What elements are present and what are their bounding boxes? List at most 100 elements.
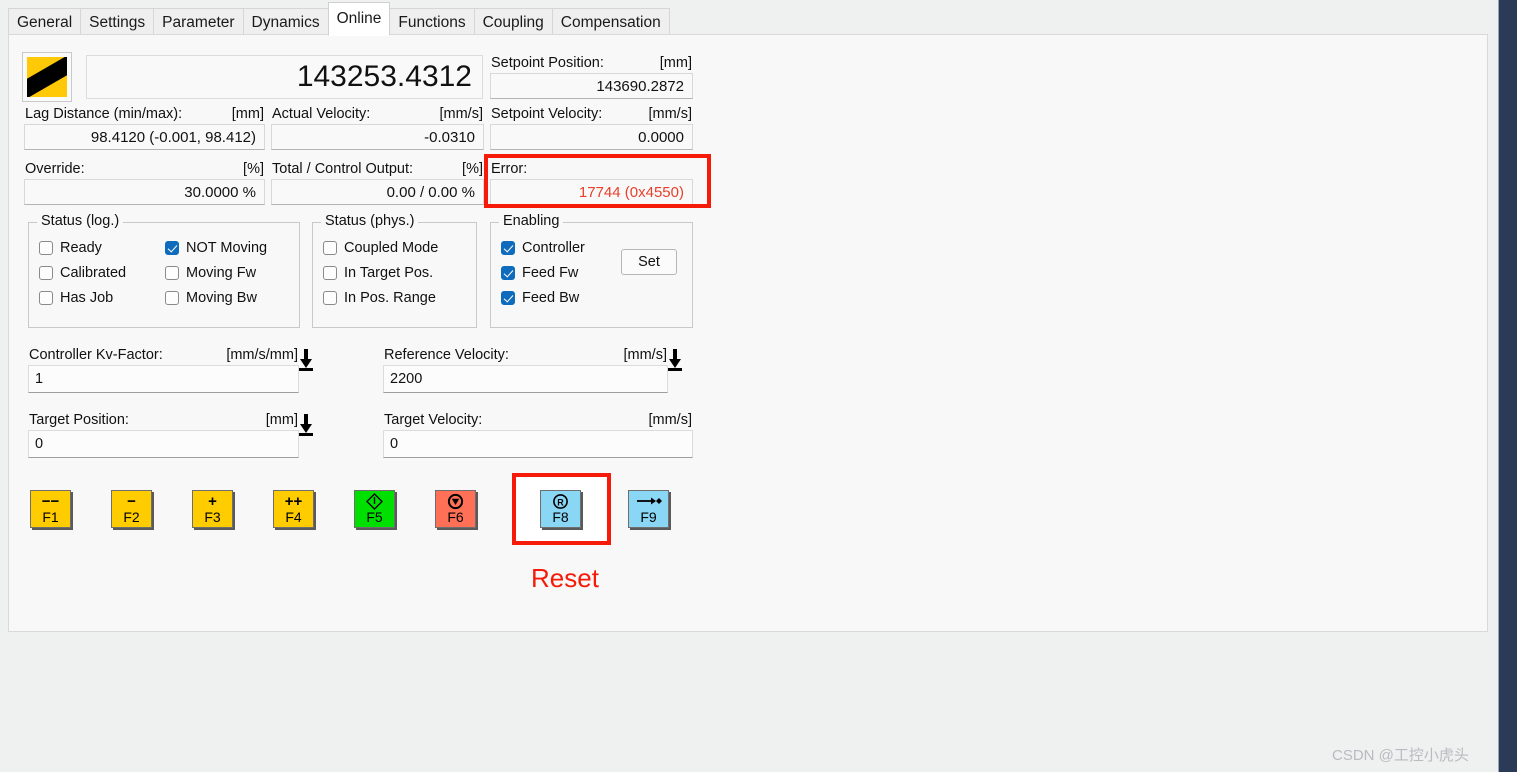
status-has-job-label: Has Job (60, 289, 114, 306)
setpoint-velocity-value: 0.0000 (490, 124, 693, 150)
tab-online[interactable]: Online (327, 2, 391, 36)
actual-velocity-label: Actual Velocity: (272, 106, 371, 122)
status-phys-title: Status (phys.) (321, 213, 419, 229)
status-moving-fw-row[interactable]: Moving Fw (165, 260, 295, 285)
fkey-f2-button[interactable]: − F2 (111, 490, 152, 528)
status-moving-bw-checkbox[interactable] (165, 290, 179, 305)
error-value: 17744 (0x4550) (490, 179, 693, 205)
fkey-f6-button[interactable]: F6 (435, 490, 476, 528)
status-not-moving-row[interactable]: NOT Moving (165, 235, 295, 260)
status-coupled-mode-checkbox[interactable] (323, 240, 337, 255)
set-button[interactable]: Set (621, 249, 677, 275)
fkey-f8-label: F8 (552, 508, 569, 525)
move-to-target-icon (636, 493, 662, 510)
actual-position-display: 143253.4312 (86, 55, 483, 99)
setpoint-velocity-label: Setpoint Velocity: (491, 106, 603, 122)
right-edge-strip (1498, 0, 1517, 772)
double-minus-icon: −− (41, 492, 60, 510)
enabling-feed-bw-row[interactable]: Feed Bw (501, 285, 692, 310)
override-unit: [%] (243, 161, 264, 177)
status-not-moving-checkbox[interactable] (165, 240, 179, 255)
status-calibrated-checkbox[interactable] (39, 265, 53, 280)
fkey-f8-button[interactable]: R F8 (540, 490, 581, 528)
control-output-label: Total / Control Output: (272, 161, 414, 177)
kv-factor-spinner-down-icon[interactable] (297, 347, 315, 373)
override-value: 30.0000 % (24, 179, 265, 205)
status-moving-bw-row[interactable]: Moving Bw (165, 285, 295, 310)
fkey-f6-label: F6 (447, 508, 464, 525)
tab-parameter[interactable]: Parameter (153, 8, 244, 36)
tab-general[interactable]: General (8, 8, 82, 36)
status-has-job-row[interactable]: Has Job (39, 285, 165, 310)
status-in-pos-range-row[interactable]: In Pos. Range (323, 285, 476, 310)
status-in-target-pos-row[interactable]: In Target Pos. (323, 260, 476, 285)
stop-circle-icon (447, 493, 464, 510)
reference-velocity-field: Reference Velocity: [mm/s] 2200 (383, 346, 682, 393)
override-label: Override: (25, 161, 85, 177)
tab-settings[interactable]: Settings (80, 8, 155, 36)
enabling-controller-checkbox[interactable] (501, 240, 515, 255)
reset-r-icon: R (552, 493, 569, 510)
tab-coupling[interactable]: Coupling (473, 8, 553, 36)
status-moving-fw-checkbox[interactable] (165, 265, 179, 280)
control-output-unit: [%] (462, 161, 483, 177)
status-phys-group: Status (phys.) Coupled Mode In Target Po… (312, 213, 477, 328)
tab-functions[interactable]: Functions (389, 8, 475, 36)
status-not-moving-label: NOT Moving (186, 239, 268, 256)
setpoint-position-unit: [mm] (659, 55, 692, 71)
fkey-f3-button[interactable]: + F3 (192, 490, 233, 528)
enabling-feed-fw-checkbox[interactable] (501, 265, 515, 280)
kv-factor-input[interactable]: 1 (28, 365, 299, 393)
enabling-title: Enabling (499, 213, 564, 229)
reset-annotation-label: Reset (531, 563, 599, 593)
kv-factor-unit: [mm/s/mm] (226, 347, 298, 363)
status-log-title: Status (log.) (37, 213, 124, 229)
tab-dynamics[interactable]: Dynamics (242, 8, 329, 36)
lag-distance-value: 98.4120 (-0.001, 98.412) (24, 124, 265, 150)
reference-velocity-unit: [mm/s] (623, 347, 668, 363)
kv-factor-label: Controller Kv-Factor: (29, 347, 163, 363)
status-coupled-mode-row[interactable]: Coupled Mode (323, 235, 476, 260)
status-in-target-pos-checkbox[interactable] (323, 265, 337, 280)
control-output-field: Total / Control Output: [%] 0.00 / 0.00 … (271, 160, 484, 205)
tab-bar: General Settings Parameter Dynamics Onli… (8, 0, 1488, 36)
target-velocity-input[interactable]: 0 (383, 430, 693, 458)
target-velocity-label: Target Velocity: (384, 412, 483, 428)
target-position-unit: [mm] (265, 412, 298, 428)
lag-distance-label: Lag Distance (min/max): (25, 106, 183, 122)
error-field: Error: 17744 (0x4550) (490, 160, 693, 205)
enabling-group: Enabling Controller Feed Fw Feed Bw Set (490, 213, 693, 328)
setpoint-velocity-field: Setpoint Velocity: [mm/s] 0.0000 (490, 105, 693, 150)
tab-compensation[interactable]: Compensation (551, 8, 670, 36)
status-moving-bw-label: Moving Bw (186, 289, 257, 306)
fkey-f2-label: F2 (123, 508, 140, 525)
fkey-f1-label: F1 (42, 508, 59, 525)
status-moving-fw-label: Moving Fw (186, 264, 257, 281)
error-label: Error: (491, 161, 528, 177)
reference-velocity-input[interactable]: 2200 (383, 365, 668, 393)
reference-velocity-spinner-down-icon[interactable] (666, 347, 684, 373)
enabling-feed-bw-checkbox[interactable] (501, 290, 515, 305)
lag-distance-unit: [mm] (231, 106, 264, 122)
status-has-job-checkbox[interactable] (39, 290, 53, 305)
status-ready-checkbox[interactable] (39, 240, 53, 255)
fkey-f5-button[interactable]: F5 (354, 490, 395, 528)
status-calibrated-row[interactable]: Calibrated (39, 260, 165, 285)
status-in-pos-range-checkbox[interactable] (323, 290, 337, 305)
power-diamond-icon (366, 492, 383, 510)
target-position-spinner-down-icon[interactable] (297, 412, 315, 438)
status-in-pos-range-label: In Pos. Range (344, 289, 436, 306)
minus-icon: − (127, 492, 136, 510)
status-ready-row[interactable]: Ready (39, 235, 165, 260)
fkey-f1-button[interactable]: −− F1 (30, 490, 71, 528)
hazard-stripe-icon (22, 52, 72, 102)
status-in-target-pos-label: In Target Pos. (344, 264, 434, 281)
target-position-input[interactable]: 0 (28, 430, 299, 458)
fkey-f9-button[interactable]: F9 (628, 490, 669, 528)
fkey-f4-button[interactable]: ++ F4 (273, 490, 314, 528)
enabling-controller-label: Controller (522, 239, 585, 256)
setpoint-position-value: 143690.2872 (490, 73, 693, 99)
fkey-f4-label: F4 (285, 508, 302, 525)
enabling-feed-fw-label: Feed Fw (522, 264, 579, 281)
app-window: General Settings Parameter Dynamics Onli… (0, 0, 1517, 772)
